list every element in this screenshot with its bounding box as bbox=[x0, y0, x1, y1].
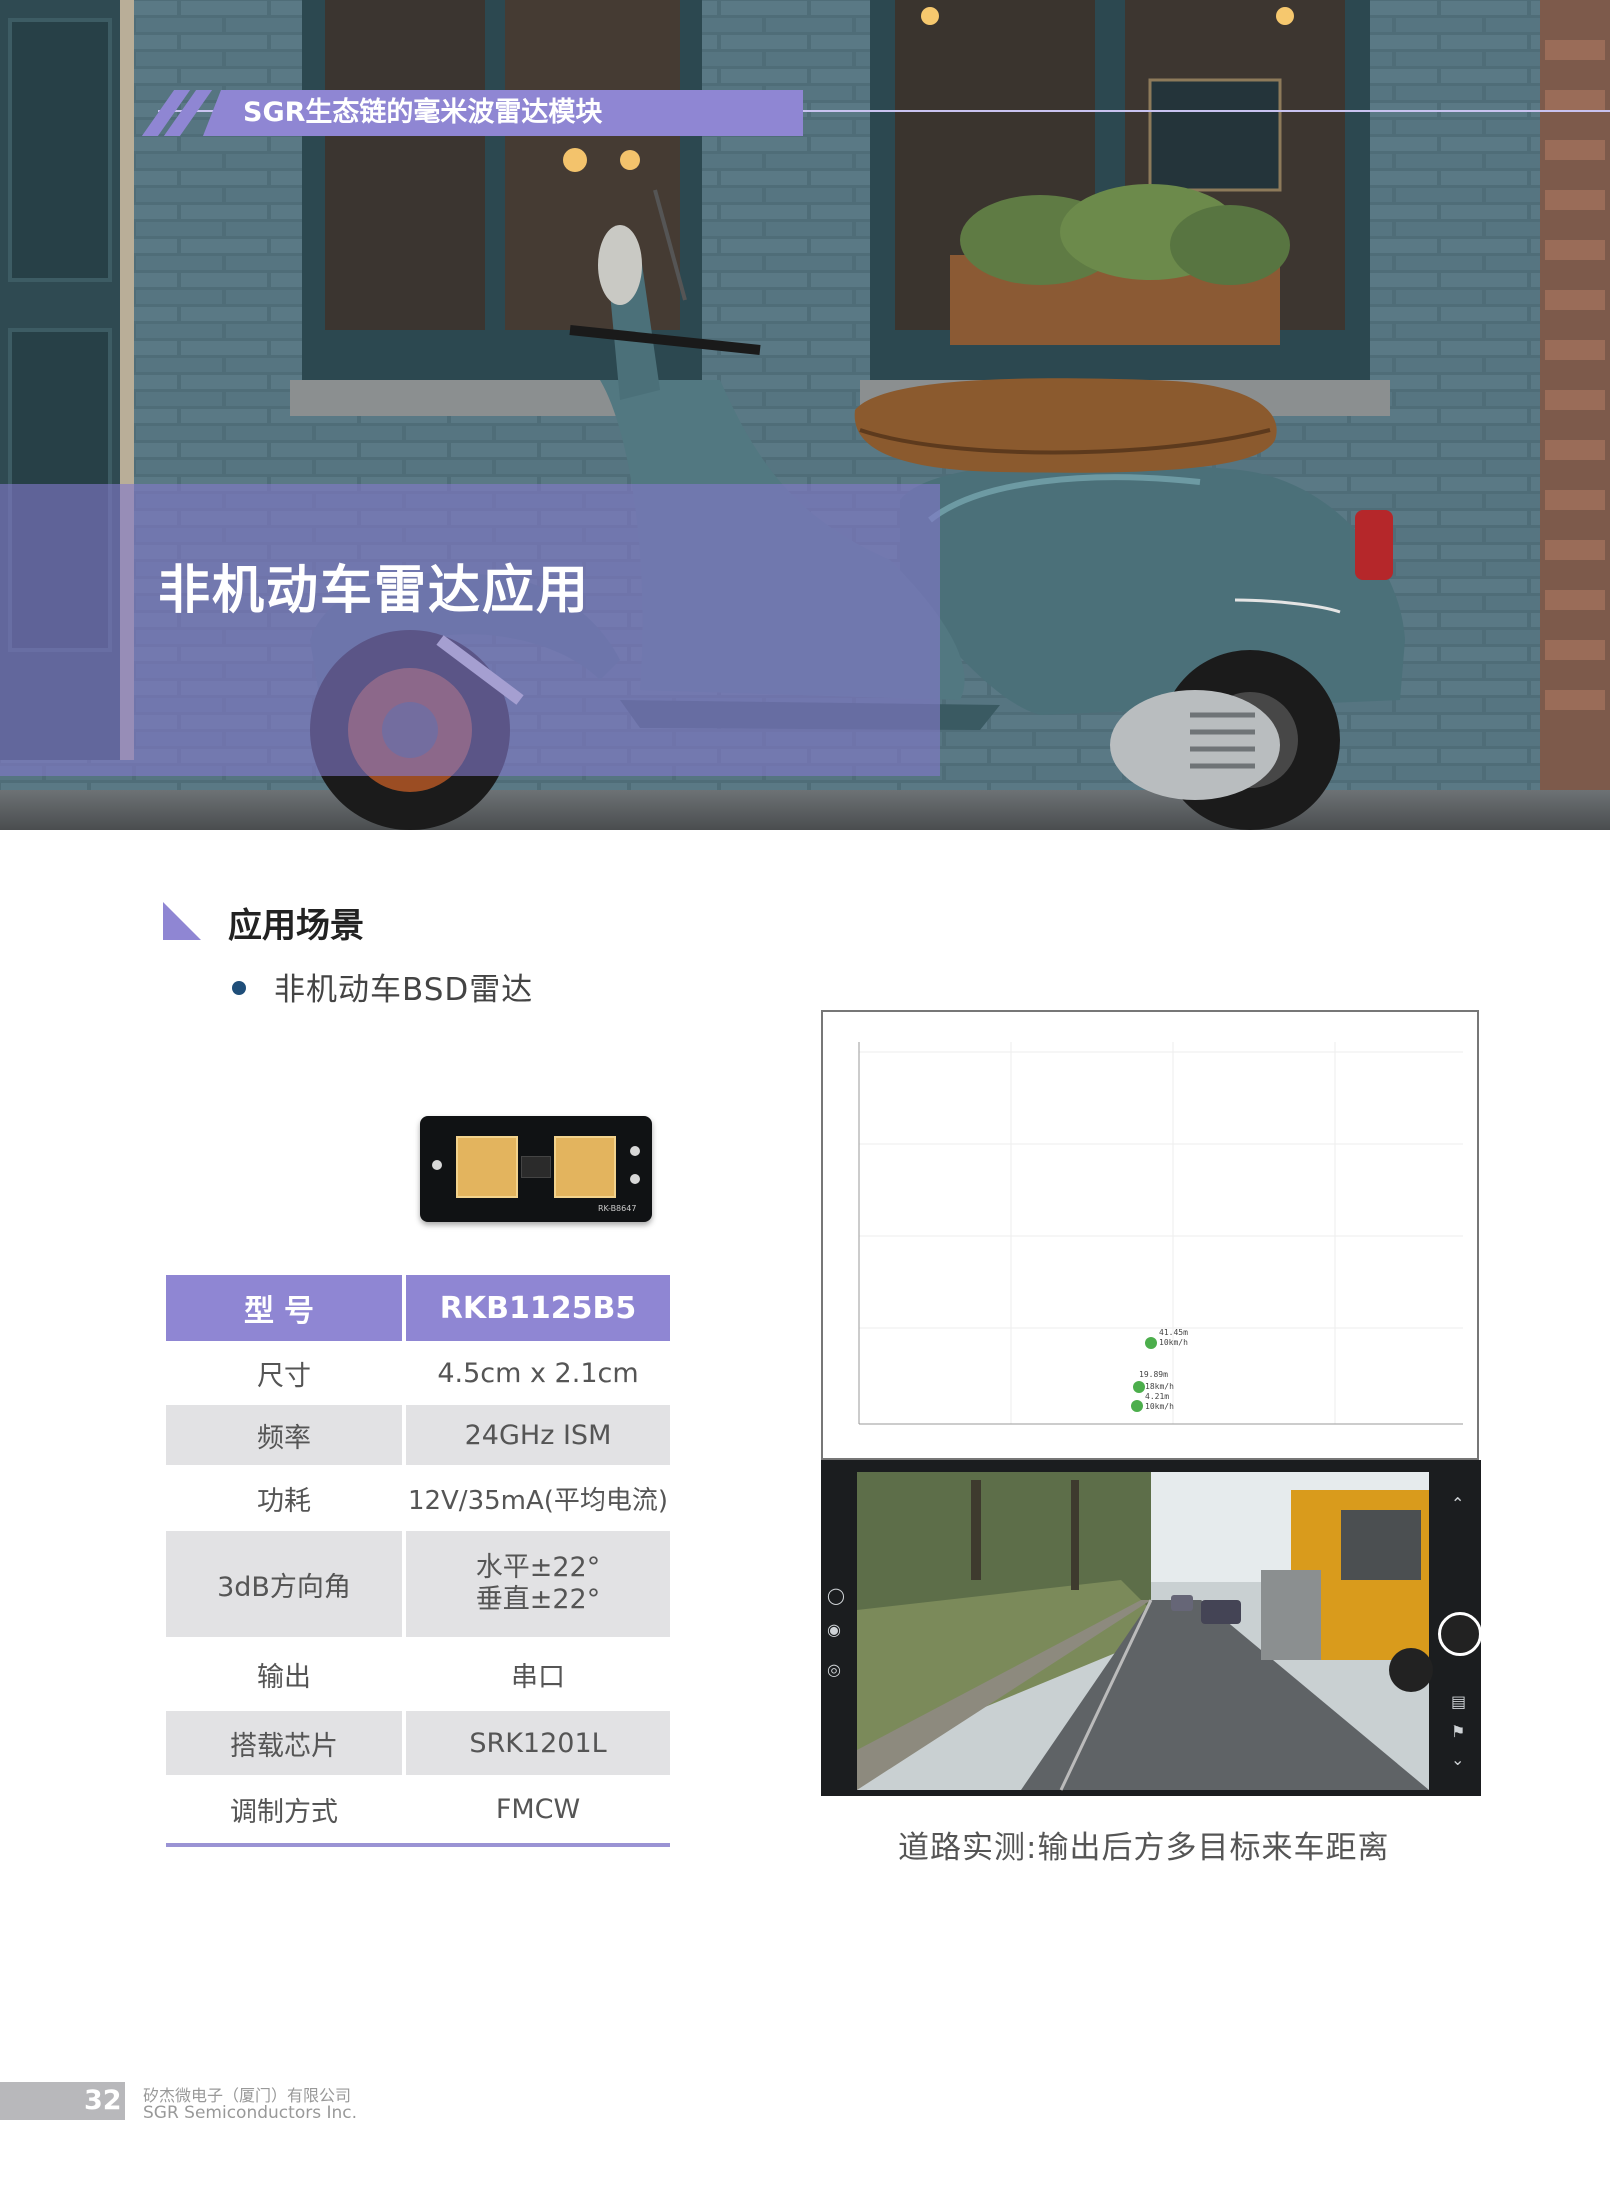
chevron-down-icon[interactable]: ⌄ bbox=[1451, 1750, 1464, 1769]
filter-icon[interactable]: ◎ bbox=[827, 1660, 841, 1679]
row-value-line: 垂直±22° bbox=[475, 1584, 601, 1615]
target-label: 4.21m bbox=[1145, 1392, 1169, 1401]
board-marking: RK-B8647 bbox=[598, 1204, 637, 1213]
table-row: 频率 24GHz ISM bbox=[166, 1405, 670, 1465]
spec-table: 型号 RKB1125B5 尺寸 4.5cm x 2.1cm 频率 24GHz I… bbox=[166, 1275, 670, 1847]
antenna-array bbox=[554, 1136, 616, 1198]
target-label: 10km/h bbox=[1159, 1338, 1188, 1347]
company-name-en: SGR Semiconductors Inc. bbox=[143, 2103, 358, 2123]
table-bottom-rule bbox=[166, 1843, 670, 1847]
mounting-hole bbox=[432, 1160, 442, 1170]
target-point bbox=[1131, 1400, 1143, 1412]
table-row: 搭载芯片 SRK1201L bbox=[166, 1711, 670, 1775]
antenna-array bbox=[456, 1136, 518, 1198]
table-row: 输出 串口 bbox=[166, 1637, 670, 1711]
row-value: 24GHz ISM bbox=[406, 1405, 670, 1465]
row-label: 3dB方向角 bbox=[166, 1531, 402, 1637]
bullet-item: 非机动车BSD雷达 bbox=[274, 972, 534, 1008]
radar-chip bbox=[521, 1156, 551, 1178]
table-row: 调制方式 FMCW bbox=[166, 1775, 670, 1843]
row-label: 调制方式 bbox=[166, 1775, 402, 1843]
spec-table-header: 型号 RKB1125B5 bbox=[166, 1275, 670, 1341]
row-label: 输出 bbox=[166, 1637, 402, 1711]
camera-settings-icon[interactable]: ◉ bbox=[827, 1620, 841, 1639]
row-value: 12V/35mA(平均电流) bbox=[406, 1465, 670, 1531]
row-value: 4.5cm x 2.1cm bbox=[406, 1341, 670, 1405]
table-row: 尺寸 4.5cm x 2.1cm bbox=[166, 1341, 670, 1405]
hero-title: 非机动车雷达应用 bbox=[158, 561, 591, 621]
hero-title-band bbox=[0, 484, 940, 776]
flag-icon[interactable]: ⚑ bbox=[1451, 1722, 1465, 1741]
timer-off-icon[interactable]: ◯ bbox=[827, 1586, 845, 1605]
header-model: RKB1125B5 bbox=[406, 1275, 670, 1341]
radar-target-plot: 41.45m 10km/h 19.89m 18km/h 4.21m 10km/h bbox=[821, 1010, 1479, 1460]
road-test-camera-view: ◯ ◉ ◎ ⌃ ▤ ⚑ ⌄ bbox=[821, 1460, 1482, 1796]
row-label: 频率 bbox=[166, 1405, 402, 1465]
row-label: 搭载芯片 bbox=[166, 1711, 402, 1775]
row-value: 水平±22° 垂直±22° bbox=[406, 1531, 670, 1637]
target-label: 10km/h bbox=[1145, 1402, 1174, 1411]
radar-module-photo: RK-B8647 bbox=[420, 1116, 652, 1222]
row-value: SRK1201L bbox=[406, 1711, 670, 1775]
chevron-up-icon[interactable]: ⌃ bbox=[1451, 1494, 1464, 1513]
series-tag-label: SGR生态链的毫米波雷达模块 bbox=[203, 90, 803, 136]
target-label: 18km/h bbox=[1145, 1382, 1174, 1391]
row-value: 串口 bbox=[406, 1637, 670, 1711]
road-photo bbox=[857, 1472, 1433, 1791]
row-label: 功耗 bbox=[166, 1465, 402, 1531]
document-icon[interactable]: ▤ bbox=[1451, 1692, 1466, 1711]
header-label: 型号 bbox=[166, 1275, 402, 1341]
series-tag: SGR生态链的毫米波雷达模块 bbox=[141, 90, 1610, 138]
plot-grid bbox=[859, 1042, 1463, 1424]
mounting-hole bbox=[630, 1174, 640, 1184]
target-point bbox=[1133, 1381, 1145, 1393]
table-row: 功耗 12V/35mA(平均电流) bbox=[166, 1465, 670, 1531]
page-number: 32 bbox=[84, 2085, 122, 2116]
section-marker-icon bbox=[163, 902, 201, 940]
shutter-button[interactable] bbox=[1438, 1612, 1482, 1656]
section-title: 应用场景 bbox=[228, 906, 364, 946]
target-point bbox=[1145, 1337, 1157, 1349]
row-label: 尺寸 bbox=[166, 1341, 402, 1405]
radar-plot-canvas: 41.45m 10km/h 19.89m 18km/h 4.21m 10km/h bbox=[858, 1042, 1463, 1425]
target-label: 19.89m bbox=[1139, 1370, 1168, 1379]
target-label: 41.45m bbox=[1159, 1328, 1188, 1337]
bullet-dot-icon bbox=[232, 981, 246, 995]
hero-banner: 非机动车雷达应用 SGR生态链的毫米波雷达模块 bbox=[0, 0, 1610, 830]
row-value-line: 水平±22° bbox=[475, 1552, 601, 1583]
mounting-hole bbox=[630, 1146, 640, 1156]
table-row: 3dB方向角 水平±22° 垂直±22° bbox=[166, 1531, 670, 1637]
row-value: FMCW bbox=[406, 1775, 670, 1843]
figure-caption: 道路实测:输出后方多目标来车距离 bbox=[898, 1830, 1390, 1866]
